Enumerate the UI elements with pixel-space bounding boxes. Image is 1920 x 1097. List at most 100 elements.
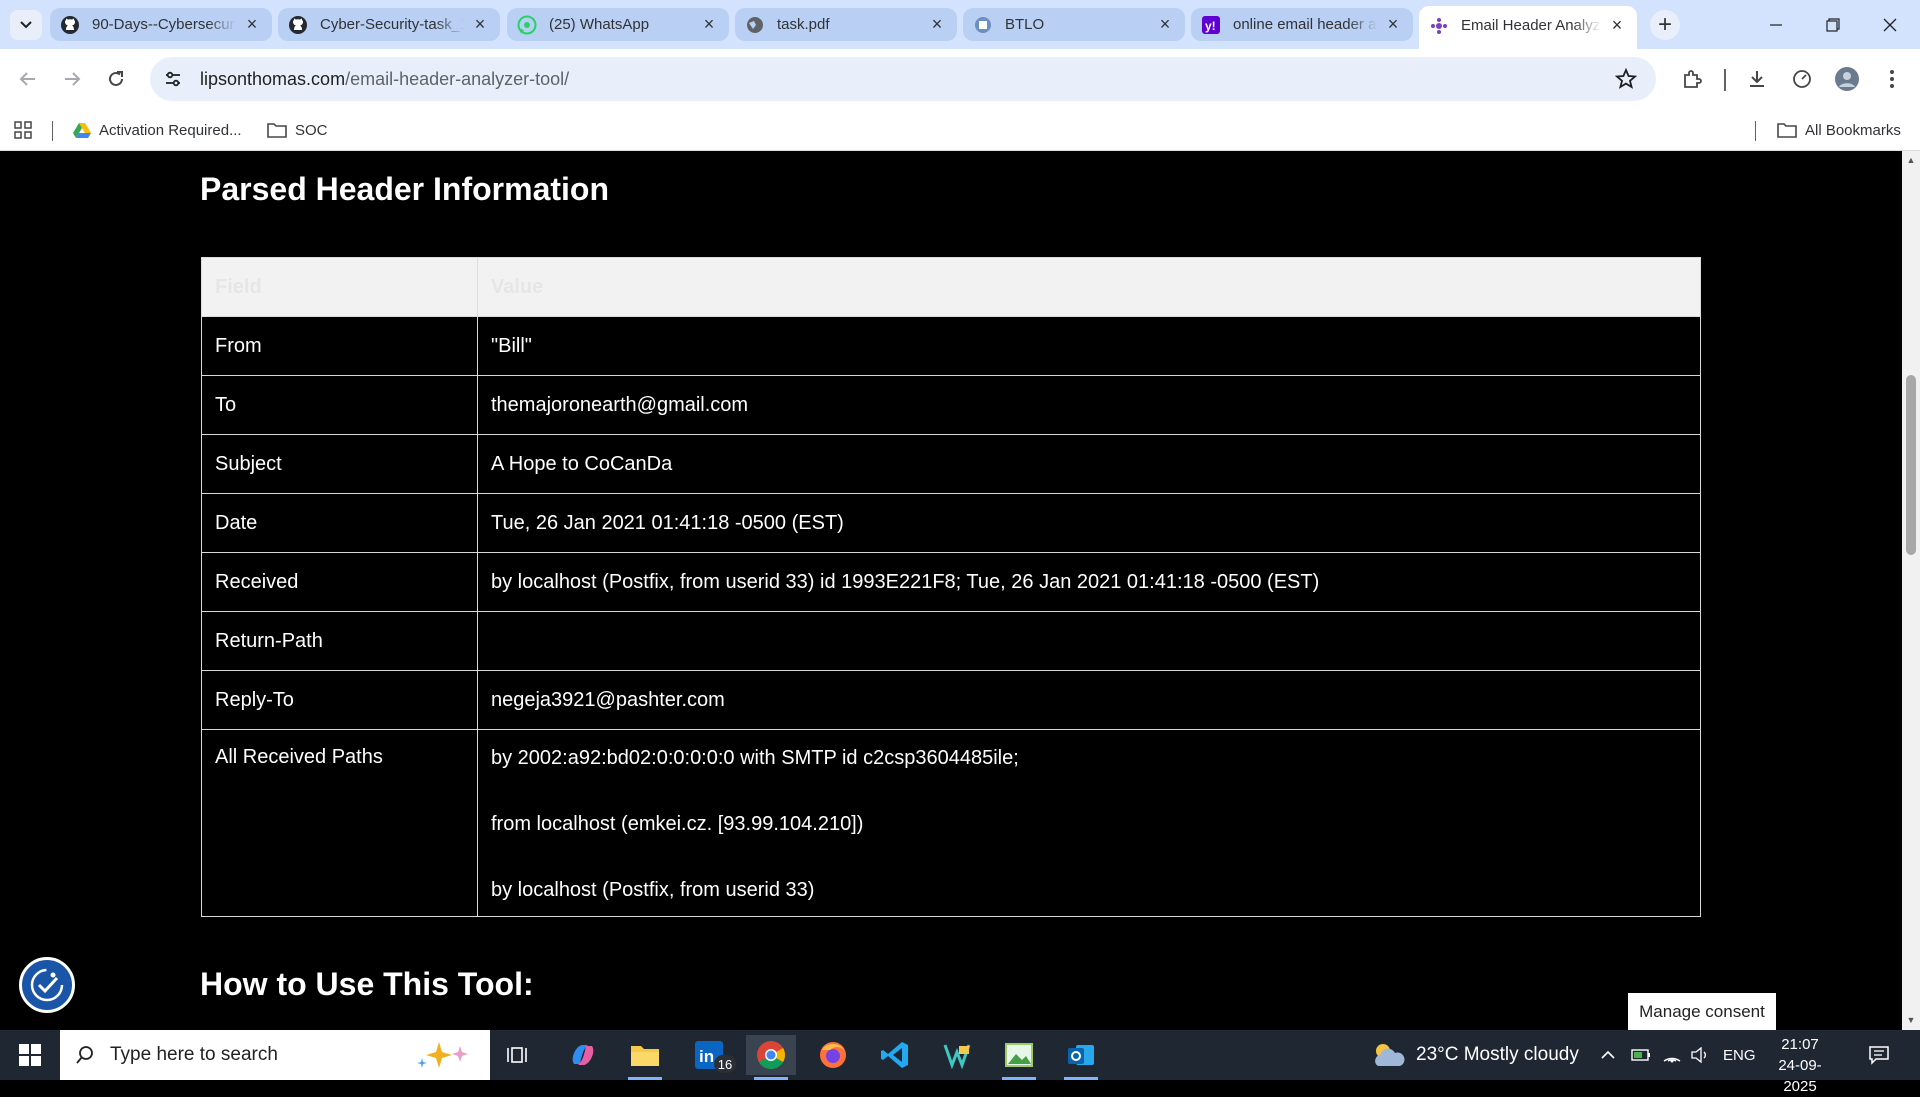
- folder-icon: [267, 122, 287, 138]
- bookmark-label: Activation Required...: [99, 121, 242, 139]
- close-icon[interactable]: ×: [242, 14, 262, 35]
- all-bookmarks-button[interactable]: All Bookmarks: [1777, 119, 1901, 141]
- taskbar-copilot[interactable]: [558, 1035, 608, 1075]
- bookmarks-divider: [1755, 121, 1756, 141]
- close-window-button[interactable]: [1862, 0, 1918, 49]
- system-clock[interactable]: 21:07 24-09-2025: [1762, 1034, 1838, 1097]
- battery-tray[interactable]: [1631, 1030, 1651, 1080]
- site-icon: [1429, 16, 1449, 36]
- taskbar-search[interactable]: Type here to search: [60, 1030, 490, 1080]
- close-icon[interactable]: ×: [1155, 14, 1175, 35]
- reload-button[interactable]: [100, 63, 132, 95]
- globe-icon: [745, 15, 765, 35]
- apps-button[interactable]: [14, 119, 32, 141]
- page-scrollbar[interactable]: ▲ ▼: [1902, 151, 1920, 1030]
- scroll-up-icon[interactable]: ▲: [1906, 155, 1916, 165]
- performance-button[interactable]: [1786, 63, 1818, 95]
- field-cell: Date: [201, 493, 478, 553]
- column-header-value: Value: [477, 257, 1701, 317]
- task-view-button[interactable]: [494, 1035, 544, 1075]
- close-icon[interactable]: ×: [470, 14, 490, 35]
- tab-3[interactable]: (25) WhatsApp ×: [507, 8, 729, 41]
- tab-1[interactable]: 90-Days--Cybersecurity ×: [50, 8, 272, 41]
- extensions-button[interactable]: [1676, 63, 1708, 95]
- clock-time: 21:07: [1781, 1036, 1819, 1053]
- folder-icon: [1777, 122, 1797, 138]
- puzzle-icon: [1684, 70, 1702, 88]
- received-path-line: from localhost (emkei.cz. [93.99.104.210…: [491, 813, 864, 835]
- whatsapp-icon: [517, 15, 537, 35]
- table-row: To themajoronearth@gmail.com: [201, 375, 1701, 435]
- taskbar-vs-app[interactable]: [932, 1035, 982, 1075]
- tab-5[interactable]: BTLO ×: [963, 8, 1185, 41]
- value-cell: "Bill": [477, 316, 1701, 376]
- language-indicator[interactable]: ENG: [1723, 1030, 1756, 1080]
- site-info-button[interactable]: [156, 62, 190, 96]
- tab-7-active[interactable]: Email Header Analyzer ×: [1419, 6, 1637, 49]
- address-bar[interactable]: lipsonthomas.com/email-header-analyzer-t…: [150, 57, 1656, 101]
- downloads-button[interactable]: [1741, 63, 1773, 95]
- close-icon[interactable]: ×: [1383, 14, 1403, 35]
- more-vert-icon: [1890, 70, 1894, 88]
- back-button[interactable]: [12, 63, 44, 95]
- bookmark-star-button[interactable]: [1612, 65, 1640, 93]
- taskbar-vscode[interactable]: [870, 1035, 920, 1075]
- bookmark-folder-soc[interactable]: SOC: [267, 119, 328, 141]
- section-title: Parsed Header Information: [200, 171, 609, 207]
- weather-widget[interactable]: 23°C Mostly cloudy: [1370, 1030, 1579, 1080]
- speedometer-icon: [1793, 70, 1811, 88]
- close-icon[interactable]: ×: [1607, 15, 1627, 36]
- chevron-up-icon: [1601, 1050, 1615, 1059]
- new-tab-button[interactable]: +: [1650, 10, 1680, 40]
- github-icon: [288, 15, 308, 35]
- github-icon: [60, 15, 80, 35]
- close-icon[interactable]: ×: [927, 14, 947, 35]
- download-icon: [1750, 71, 1764, 87]
- search-icon: [60, 1045, 110, 1065]
- manage-consent-button[interactable]: Manage consent: [1628, 993, 1776, 1031]
- field-cell: To: [201, 375, 478, 435]
- value-cell: [477, 611, 1701, 671]
- browser-menu-button[interactable]: [1876, 63, 1908, 95]
- url-host: lipsonthomas.com: [200, 68, 346, 89]
- app-icon: [943, 1044, 971, 1070]
- apps-grid-icon: [14, 121, 32, 139]
- restore-button[interactable]: [1805, 0, 1861, 49]
- received-paths-cell: by 2002:a92:bd02:0:0:0:0:0 with SMTP id …: [477, 729, 1701, 917]
- taskbar-chrome[interactable]: [746, 1035, 796, 1080]
- tab-title: Cyber-Security-task_1: [320, 16, 464, 33]
- tab-6[interactable]: y! online email header analyzer ×: [1191, 8, 1413, 41]
- forward-button[interactable]: [56, 63, 88, 95]
- network-tray[interactable]: [1662, 1030, 1682, 1080]
- start-button[interactable]: [0, 1030, 60, 1080]
- star-icon: [1615, 68, 1637, 89]
- taskbar-file-explorer[interactable]: [620, 1035, 670, 1080]
- bookmarks-bar: Activation Required... SOC All Bookmarks: [0, 109, 1920, 151]
- url-path: /email-header-analyzer-tool/: [345, 68, 570, 89]
- tab-4[interactable]: task.pdf ×: [735, 8, 957, 41]
- profile-avatar[interactable]: [1831, 63, 1863, 95]
- avatar-icon: [1835, 67, 1859, 91]
- bookmark-activation[interactable]: Activation Required...: [73, 119, 242, 141]
- tab-search-button[interactable]: [10, 10, 42, 40]
- table-row: Reply-To negeja3921@pashter.com: [201, 670, 1701, 730]
- browser-toolbar: lipsonthomas.com/email-header-analyzer-t…: [0, 49, 1920, 109]
- tab-title: Email Header Analyzer: [1461, 17, 1601, 34]
- taskbar-linkedin[interactable]: in 16: [684, 1035, 736, 1075]
- url-text[interactable]: lipsonthomas.com/email-header-analyzer-t…: [200, 69, 569, 90]
- scroll-thumb[interactable]: [1906, 375, 1916, 555]
- tab-2[interactable]: Cyber-Security-task_1 ×: [278, 8, 500, 41]
- how-to-title: How to Use This Tool:: [200, 966, 534, 1002]
- notifications-button[interactable]: [1868, 1030, 1890, 1080]
- scroll-down-icon[interactable]: ▼: [1906, 1015, 1916, 1025]
- volume-tray[interactable]: [1690, 1030, 1710, 1080]
- taskbar-photos[interactable]: [994, 1035, 1044, 1080]
- close-icon[interactable]: ×: [699, 14, 719, 35]
- minimize-button[interactable]: [1748, 0, 1804, 49]
- accessibility-button[interactable]: [19, 957, 75, 1013]
- taskbar-outlook[interactable]: [1056, 1035, 1106, 1080]
- show-hidden-icons[interactable]: [1600, 1030, 1616, 1080]
- taskbar-firefox[interactable]: [808, 1035, 858, 1075]
- toolbar-divider: [1724, 69, 1726, 91]
- task-view-icon: [507, 1047, 527, 1063]
